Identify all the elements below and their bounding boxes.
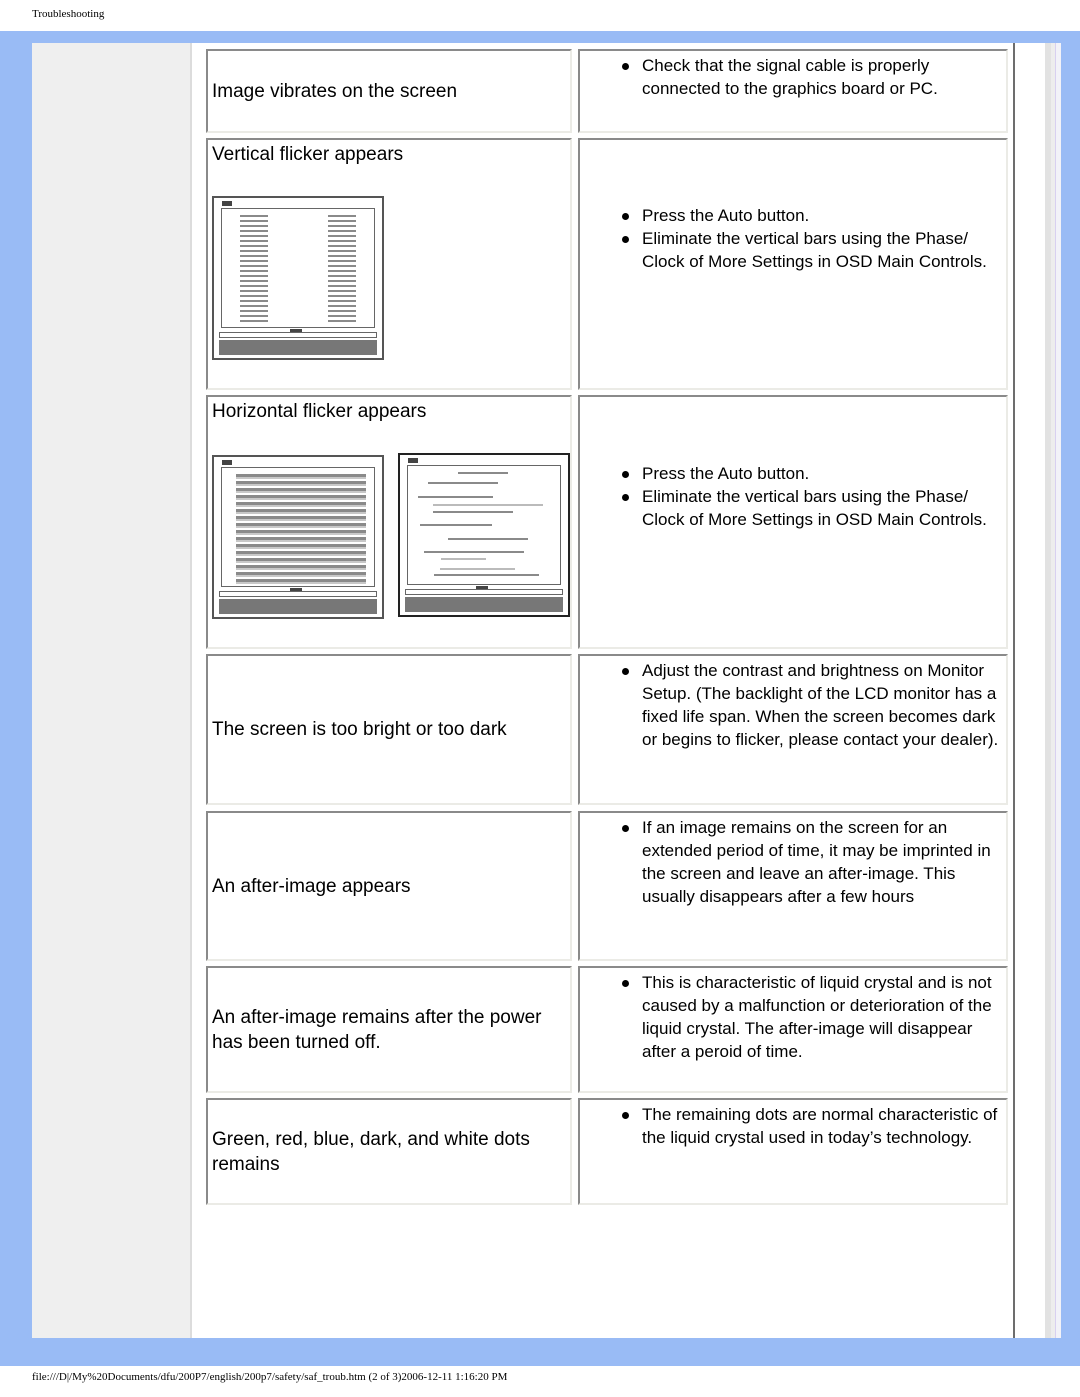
problem-text: An after-image appears bbox=[212, 876, 411, 897]
problem-text: An after-image remains after the power h… bbox=[212, 1007, 542, 1053]
solution-item: This is characteristic of liquid crystal… bbox=[622, 971, 1002, 1063]
monitor-base bbox=[219, 340, 377, 355]
footer-file-path: file:///D|/My%20Documents/dfu/200P7/engl… bbox=[32, 1371, 508, 1383]
problem-cell: Image vibrates on the screen bbox=[206, 49, 572, 133]
screen-line bbox=[441, 558, 486, 560]
monitor-screen bbox=[221, 208, 375, 328]
solution-list: Check that the signal cable is properly … bbox=[580, 54, 1002, 100]
monitor-base bbox=[405, 597, 563, 612]
screen-line bbox=[458, 472, 508, 474]
solution-item: Eliminate the vertical bars using the Ph… bbox=[622, 227, 1002, 273]
problem-cell: Vertical flicker appears bbox=[206, 138, 572, 390]
screen-line bbox=[440, 568, 515, 570]
screen-line bbox=[418, 496, 493, 498]
solution-cell: This is characteristic of liquid crystal… bbox=[578, 966, 1008, 1093]
monitor-screen bbox=[221, 467, 375, 587]
flicker-bars-left bbox=[240, 215, 268, 325]
monitor-control-bar bbox=[405, 589, 563, 595]
problem-text: The screen is too bright or too dark bbox=[212, 719, 507, 740]
problem-cell: Green, red, blue, dark, and white dots r… bbox=[206, 1098, 572, 1205]
monitor-tag bbox=[408, 458, 418, 463]
solution-cell: Press the Auto button. Eliminate the ver… bbox=[578, 138, 1008, 390]
monitor-tag bbox=[222, 460, 232, 465]
monitor-tag bbox=[222, 201, 232, 206]
solution-item: If an image remains on the screen for an… bbox=[622, 816, 1002, 908]
horizontal-flicker-before-illustration bbox=[212, 455, 384, 619]
solution-list: Press the Auto button. Eliminate the ver… bbox=[580, 462, 1002, 531]
solution-cell: Check that the signal cable is properly … bbox=[578, 49, 1008, 133]
solution-item: Press the Auto button. bbox=[622, 462, 1002, 485]
screen-line bbox=[448, 538, 528, 540]
solution-item: The remaining dots are normal characteri… bbox=[622, 1103, 1002, 1149]
screen-line bbox=[434, 574, 539, 576]
solution-list: Adjust the contrast and brightness on Mo… bbox=[580, 659, 1002, 751]
monitor-screen bbox=[407, 465, 561, 585]
monitor-control-bar bbox=[219, 591, 377, 597]
solution-cell: Adjust the contrast and brightness on Mo… bbox=[578, 654, 1008, 805]
problem-text: Vertical flicker appears bbox=[212, 144, 404, 165]
page-header-title: Troubleshooting bbox=[32, 8, 105, 20]
monitor-control-bar bbox=[219, 332, 377, 338]
screen-line bbox=[428, 482, 498, 484]
solution-list: If an image remains on the screen for an… bbox=[580, 816, 1002, 908]
solution-item: Eliminate the vertical bars using the Ph… bbox=[622, 485, 1002, 531]
screen-line bbox=[424, 551, 524, 553]
vertical-flicker-illustration bbox=[212, 196, 384, 360]
screen-line bbox=[433, 511, 513, 513]
problem-text: Image vibrates on the screen bbox=[212, 81, 458, 102]
problem-text: Green, red, blue, dark, and white dots r… bbox=[212, 1129, 530, 1175]
solution-item: Adjust the contrast and brightness on Mo… bbox=[622, 659, 1002, 751]
sidebar-separator bbox=[190, 43, 200, 1338]
horizontal-flicker-after-illustration bbox=[398, 453, 570, 617]
problem-cell: An after-image remains after the power h… bbox=[206, 966, 572, 1093]
solution-list: The remaining dots are normal characteri… bbox=[580, 1103, 1002, 1149]
scrollbar[interactable] bbox=[1015, 43, 1061, 1338]
solution-cell: If an image remains on the screen for an… bbox=[578, 811, 1008, 961]
solution-cell: Press the Auto button. Eliminate the ver… bbox=[578, 395, 1008, 649]
screen-line bbox=[420, 524, 492, 526]
problem-cell: The screen is too bright or too dark bbox=[206, 654, 572, 805]
scrollbar-edge bbox=[1055, 43, 1061, 1338]
problem-cell: Horizontal flicker appears bbox=[206, 395, 572, 649]
solution-list: Press the Auto button. Eliminate the ver… bbox=[580, 204, 1002, 273]
problem-cell: An after-image appears bbox=[206, 811, 572, 961]
solution-cell: The remaining dots are normal characteri… bbox=[578, 1098, 1008, 1205]
solution-item: Press the Auto button. bbox=[622, 204, 1002, 227]
left-sidebar bbox=[32, 43, 190, 1338]
screen-line bbox=[433, 504, 543, 506]
monitor-base bbox=[219, 599, 377, 614]
flicker-bars-right bbox=[328, 215, 356, 325]
problem-text: Horizontal flicker appears bbox=[212, 401, 427, 422]
solution-list: This is characteristic of liquid crystal… bbox=[580, 971, 1002, 1063]
flicker-lines bbox=[236, 474, 366, 586]
solution-item: Check that the signal cable is properly … bbox=[622, 54, 1002, 100]
